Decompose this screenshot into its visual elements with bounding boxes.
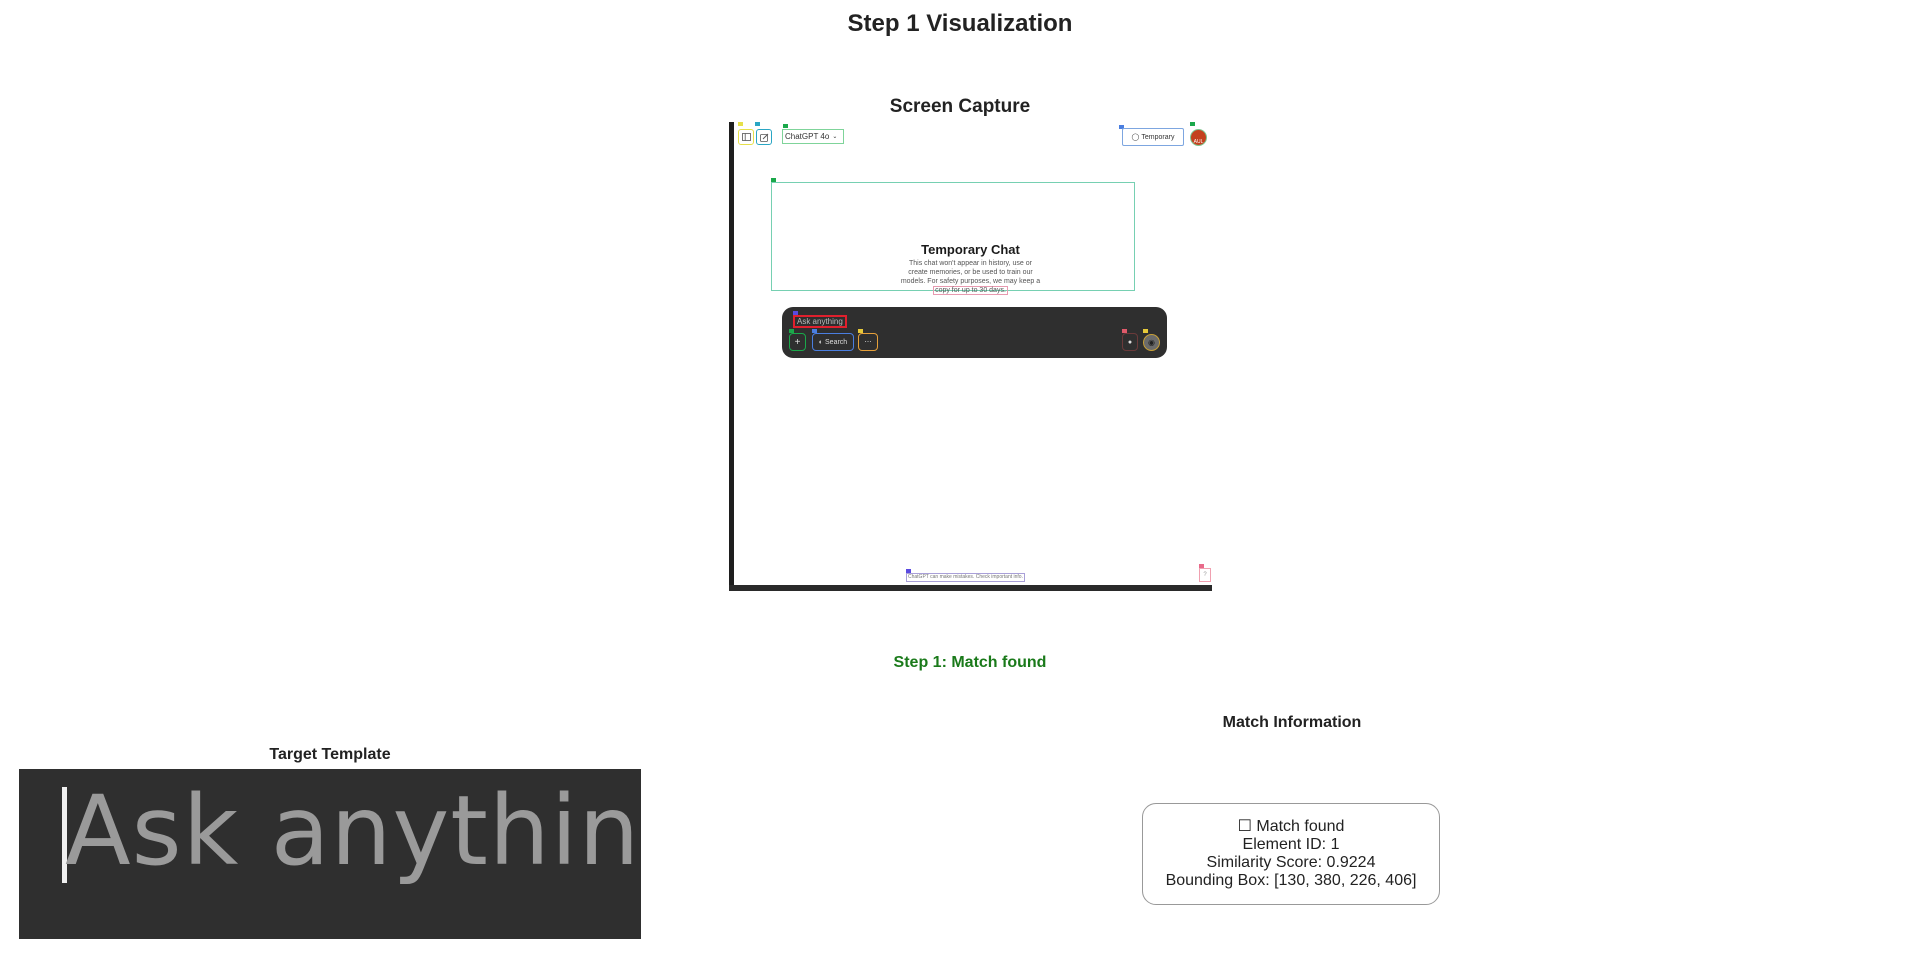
sidebar-toggle-button[interactable] bbox=[738, 129, 754, 145]
voice-mode-button[interactable]: ◉ bbox=[1143, 334, 1160, 351]
capture-title: Screen Capture bbox=[889, 96, 1031, 117]
add-attachment-button[interactable]: + bbox=[789, 333, 806, 351]
search-button[interactable]: ◐ Search bbox=[812, 333, 854, 351]
bounding-box-line: Bounding Box: [130, 380, 226, 406] bbox=[1165, 872, 1417, 889]
check-icon: ☐ bbox=[1237, 818, 1252, 835]
avatar[interactable]: AUL bbox=[1190, 129, 1207, 146]
annotation-tag bbox=[783, 124, 788, 128]
temporary-chat-button[interactable]: ◯ Temporary bbox=[1122, 128, 1184, 146]
match-info-box: ☐ Match found Element ID: 1 Similarity S… bbox=[1142, 803, 1440, 905]
annotation-tag bbox=[755, 122, 760, 126]
match-found-text: Match found bbox=[1256, 818, 1345, 835]
model-selector[interactable]: ChatGPT 4o ⌄ bbox=[782, 129, 844, 144]
more-tools-button[interactable]: ⋯ bbox=[858, 333, 878, 351]
similarity-score-line: Similarity Score: 0.9224 bbox=[1206, 854, 1376, 871]
voice-mode-icon: ◉ bbox=[1148, 338, 1155, 347]
composer-input[interactable]: Ask anything bbox=[793, 315, 847, 328]
search-label: Search bbox=[825, 338, 848, 346]
annotation-tag bbox=[738, 122, 743, 126]
more-icon: ⋯ bbox=[864, 339, 872, 346]
chevron-down-icon: ⌄ bbox=[832, 134, 838, 140]
avatar-initials: AUL bbox=[1193, 139, 1204, 145]
capture-left-edge bbox=[729, 122, 734, 591]
hero-line: models. For safety purposes, we may keep… bbox=[900, 278, 1041, 285]
disclaimer-note: ChatGPT can make mistakes. Check importa… bbox=[906, 573, 1025, 582]
annotation-tag bbox=[1143, 329, 1148, 333]
capture-bottom-edge bbox=[729, 585, 1212, 591]
template-text: Ask anything bbox=[65, 775, 641, 887]
annotation-tag bbox=[1190, 122, 1195, 126]
page-title: Step 1 Visualization bbox=[847, 10, 1073, 37]
hero-line: copy for up to 30 days. bbox=[729, 286, 1212, 295]
hero-line: This chat won't appear in history, use o… bbox=[909, 260, 1032, 267]
target-template-image: Ask anything bbox=[19, 769, 641, 939]
match-info-title: Match Information bbox=[1222, 714, 1362, 731]
sidebar-icon bbox=[741, 133, 751, 141]
globe-icon: ◐ bbox=[818, 338, 824, 346]
match-status: Step 1: Match found bbox=[893, 654, 1047, 671]
template-title: Target Template bbox=[269, 746, 391, 763]
hero-title: Temporary Chat bbox=[921, 242, 1020, 257]
model-selector-label: ChatGPT 4o bbox=[785, 132, 830, 141]
help-button[interactable]: ? bbox=[1199, 568, 1211, 582]
element-id-line: Element ID: 1 bbox=[1242, 836, 1340, 853]
screen-capture: ChatGPT 4o ⌄ ◯ Temporary AUL Temporary C… bbox=[729, 122, 1212, 591]
hero-line: create memories, or be used to train our bbox=[908, 269, 1033, 276]
match-found-line: ☐ Match found bbox=[1238, 818, 1345, 836]
temporary-chat-icon: ◯ bbox=[1131, 134, 1140, 141]
microphone-icon: ● bbox=[1127, 338, 1133, 346]
edit-icon bbox=[759, 133, 768, 142]
voice-input-button[interactable]: ● bbox=[1122, 333, 1138, 351]
new-chat-button[interactable] bbox=[756, 129, 772, 145]
hero-link[interactable]: copy for up to 30 days. bbox=[933, 286, 1008, 295]
temporary-label: Temporary bbox=[1141, 133, 1175, 141]
composer: Ask anything + ◐ Search ⋯ ● ◉ bbox=[782, 307, 1167, 358]
plus-icon: + bbox=[794, 336, 801, 348]
